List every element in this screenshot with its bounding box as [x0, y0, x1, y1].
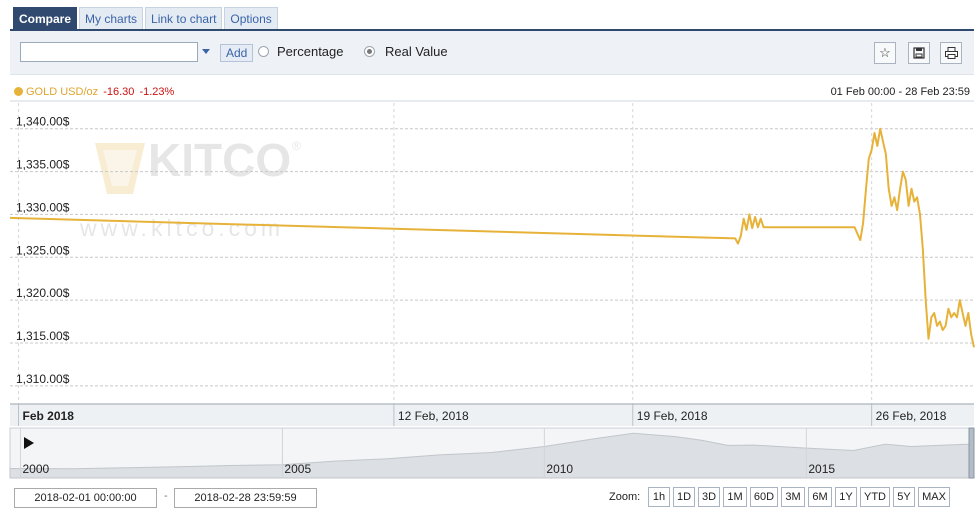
registered-mark: ® — [292, 139, 301, 153]
y-tick-label: 1,325.00$ — [16, 243, 70, 257]
watermark-brand: KITCO — [148, 134, 291, 186]
end-date-input[interactable]: 2018-02-28 23:59:59 — [174, 488, 317, 508]
x-axis-band — [10, 404, 974, 426]
zoom-1h-button[interactable]: 1h — [648, 487, 670, 507]
y-tick-label: 1,315.00$ — [16, 329, 70, 343]
navigator-selection-handle[interactable] — [968, 427, 975, 479]
zoom-3d-button[interactable]: 3D — [698, 487, 720, 507]
navigator-year-label: 2000 — [22, 462, 49, 476]
zoom-ytd-button[interactable]: YTD — [860, 487, 890, 507]
range-navigator[interactable]: 2000 2005 2010 2015 — [9, 427, 975, 479]
y-tick-label: 1,335.00$ — [16, 158, 70, 172]
x-tick-label: Feb 2018 — [23, 409, 75, 423]
zoom-5y-button[interactable]: 5Y — [893, 487, 915, 507]
x-tick-label: 26 Feb, 2018 — [876, 409, 947, 423]
x-axis: Feb 2018 12 Feb, 2018 19 Feb, 2018 26 Feb, … — [10, 403, 974, 426]
navigator-year-label: 2005 — [284, 462, 311, 476]
navigator-year-label: 2015 — [808, 462, 835, 476]
zoom-1m-button[interactable]: 1M — [723, 487, 747, 507]
zoom-60d-button[interactable]: 60D — [750, 487, 778, 507]
y-axis: 1,340.00$ 1,335.00$ 1,330.00$ 1,325.00$ 1,32… — [16, 115, 70, 386]
zoom-1d-button[interactable]: 1D — [673, 487, 695, 507]
x-tick-label: 12 Feb, 2018 — [398, 409, 469, 423]
start-date-input[interactable]: 2018-02-01 00:00:00 — [14, 488, 157, 508]
y-tick-label: 1,330.00$ — [16, 200, 70, 214]
zoom-6m-button[interactable]: 6M — [808, 487, 832, 507]
y-tick-label: 1,310.00$ — [16, 372, 70, 386]
y-tick-label: 1,340.00$ — [16, 115, 70, 129]
x-tick-label: 19 Feb, 2018 — [637, 409, 708, 423]
watermark-site: www.kitco.com — [79, 215, 284, 241]
zoom-label: Zoom: — [609, 491, 641, 503]
zoom-1y-button[interactable]: 1Y — [835, 487, 857, 507]
price-chart: KITCO ® www.kitco.com 1,340.00$ 1,335.00$… — [9, 100, 975, 479]
range-separator: - — [164, 490, 168, 502]
y-tick-label: 1,320.00$ — [16, 286, 70, 300]
navigator-year-label: 2010 — [546, 462, 573, 476]
zoom-max-button[interactable]: MAX — [918, 487, 950, 507]
zoom-3m-button[interactable]: 3M — [781, 487, 805, 507]
